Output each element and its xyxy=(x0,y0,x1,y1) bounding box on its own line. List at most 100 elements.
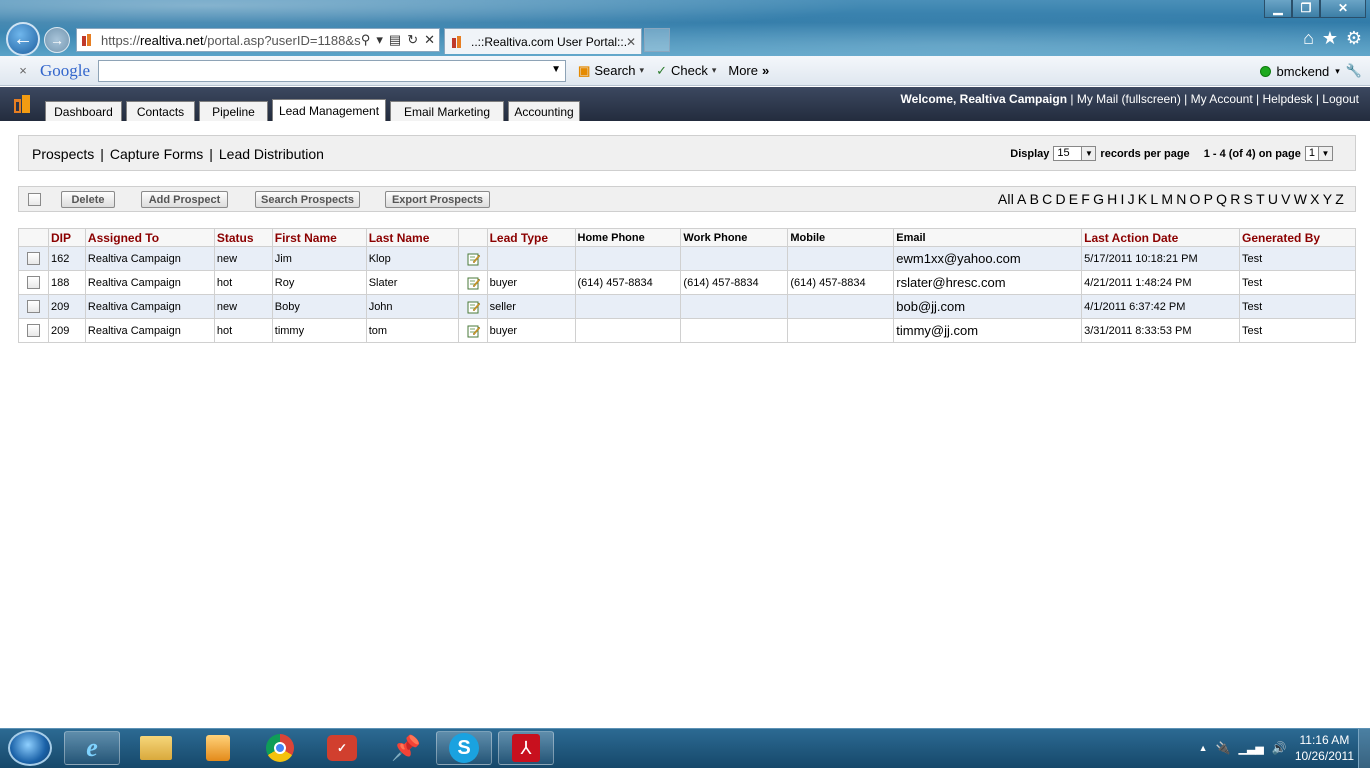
stop-icon[interactable]: ✕ xyxy=(424,32,435,48)
back-button[interactable]: ← xyxy=(6,22,40,56)
header-assigned-to[interactable]: Assigned To xyxy=(84,228,215,247)
helpdesk-link[interactable]: Helpdesk xyxy=(1262,92,1312,106)
tab-pipeline[interactable]: Pipeline xyxy=(199,101,268,121)
prospects-link[interactable]: Prospects xyxy=(32,146,94,162)
dropdown-arrow-icon[interactable]: ▾ xyxy=(376,32,383,48)
email-cell[interactable]: rslater@hresc.com xyxy=(893,270,1083,295)
tab-accounting[interactable]: Accounting xyxy=(508,101,580,121)
alpha-filter-i[interactable]: I xyxy=(1120,191,1124,207)
home-icon[interactable]: ⌂ xyxy=(1303,28,1314,49)
first-name-cell[interactable]: Roy xyxy=(271,270,367,295)
toolbar-close-icon[interactable]: × xyxy=(12,63,34,78)
volume-icon[interactable]: 🔊 xyxy=(1272,741,1287,755)
alpha-filter-e[interactable]: E xyxy=(1069,191,1079,207)
row-checkbox[interactable] xyxy=(27,324,40,337)
taskbar-chrome-icon[interactable] xyxy=(252,731,308,765)
header-lead-type[interactable]: Lead Type xyxy=(486,228,576,247)
wrench-icon[interactable]: 🔧 xyxy=(1346,63,1362,79)
alpha-filter-x[interactable]: X xyxy=(1310,191,1320,207)
edit-note-icon[interactable] xyxy=(467,324,481,338)
more-button[interactable]: More » xyxy=(728,63,769,78)
alpha-filter-r[interactable]: R xyxy=(1230,191,1240,207)
last-name-cell[interactable]: Slater xyxy=(365,270,459,295)
search-dropdown-arrow-icon[interactable]: ▼ xyxy=(551,64,561,75)
edit-note-icon[interactable] xyxy=(467,300,481,314)
alpha-filter-g[interactable]: G xyxy=(1093,191,1104,207)
alpha-filter-n[interactable]: N xyxy=(1176,191,1186,207)
edit-note-icon[interactable] xyxy=(467,252,481,266)
my-mail-link[interactable]: My Mail (fullscreen) xyxy=(1077,92,1181,106)
tab-contacts[interactable]: Contacts xyxy=(126,101,195,121)
alpha-filter-u[interactable]: U xyxy=(1268,191,1278,207)
page-select[interactable]: 1 ▼ xyxy=(1304,146,1333,161)
table-row[interactable]: 209 Realtiva Campaign hot timmy tom buyer timm… xyxy=(18,318,1356,343)
header-last-action-date[interactable]: Last Action Date xyxy=(1081,228,1240,247)
alpha-filter-h[interactable]: H xyxy=(1107,191,1117,207)
spell-check-button[interactable]: ✓ Check ▾ xyxy=(656,63,716,79)
address-bar[interactable]: https://realtiva.net/portal.asp?userID=1… xyxy=(76,28,440,52)
email-cell[interactable]: timmy@jj.com xyxy=(893,318,1083,343)
alpha-filter-b[interactable]: B xyxy=(1030,191,1040,207)
row-checkbox[interactable] xyxy=(27,276,40,289)
compatibility-view-icon[interactable]: ▤ xyxy=(389,32,401,48)
header-dip[interactable]: DIP xyxy=(47,228,86,247)
show-hidden-icons-icon[interactable]: ▲ xyxy=(1199,743,1208,753)
restore-button[interactable]: ❐ xyxy=(1292,0,1320,18)
edit-note-icon[interactable] xyxy=(467,276,481,290)
alpha-filter-o[interactable]: O xyxy=(1190,191,1201,207)
delete-button[interactable]: Delete xyxy=(61,191,115,208)
last-name-cell[interactable]: John xyxy=(365,294,459,319)
select-all-checkbox[interactable] xyxy=(28,193,41,206)
forward-button[interactable]: → xyxy=(44,27,70,53)
last-name-cell[interactable]: tom xyxy=(365,318,459,343)
taskbar-pin-icon[interactable]: 📌 xyxy=(378,731,434,765)
last-name-cell[interactable]: Klop xyxy=(365,246,459,271)
row-checkbox[interactable] xyxy=(27,300,40,313)
minimize-button[interactable]: ▁ xyxy=(1264,0,1292,18)
alpha-filter-l[interactable]: L xyxy=(1150,191,1158,207)
header-status[interactable]: Status xyxy=(213,228,273,247)
export-prospects-button[interactable]: Export Prospects xyxy=(385,191,490,208)
alpha-filter-m[interactable]: M xyxy=(1161,191,1173,207)
power-icon[interactable]: 🔌 xyxy=(1216,741,1231,755)
capture-forms-link[interactable]: Capture Forms xyxy=(110,146,203,162)
taskbar-acrobat-icon[interactable]: ⅄ xyxy=(498,731,554,765)
new-tab-button[interactable] xyxy=(644,28,670,52)
my-account-link[interactable]: My Account xyxy=(1191,92,1253,106)
search-icon[interactable]: ⚲ xyxy=(361,32,371,48)
taskbar-media-icon[interactable] xyxy=(190,731,246,765)
alpha-filter-y[interactable]: Y xyxy=(1323,191,1333,207)
table-row[interactable]: 188 Realtiva Campaign hot Roy Slater buyer (61… xyxy=(18,270,1356,295)
header-generated-by[interactable]: Generated By xyxy=(1239,228,1356,247)
tab-email-marketing[interactable]: Email Marketing xyxy=(390,101,504,121)
show-desktop-button[interactable] xyxy=(1358,729,1370,768)
tab-lead-management[interactable]: Lead Management xyxy=(272,99,386,121)
alpha-filter-v[interactable]: V xyxy=(1281,191,1291,207)
alpha-filter-w[interactable]: W xyxy=(1294,191,1307,207)
taskbar-explorer-icon[interactable] xyxy=(128,731,184,765)
alpha-filter-f[interactable]: F xyxy=(1081,191,1090,207)
alpha-filter-z[interactable]: Z xyxy=(1335,191,1344,207)
alpha-filter-d[interactable]: D xyxy=(1055,191,1065,207)
alpha-filter-j[interactable]: J xyxy=(1128,191,1135,207)
tab-close-icon[interactable]: ✕ xyxy=(626,35,641,49)
tools-gear-icon[interactable]: ⚙ xyxy=(1346,28,1362,49)
table-row[interactable]: 162 Realtiva Campaign new Jim Klop ewm1xx@yah… xyxy=(18,246,1356,271)
network-signal-icon[interactable]: ▁▃▅ xyxy=(1238,742,1263,755)
header-first-name[interactable]: First Name xyxy=(271,228,367,247)
taskbar-ie-icon[interactable]: e xyxy=(64,731,120,765)
alpha-filter-q[interactable]: Q xyxy=(1216,191,1227,207)
records-per-page-select[interactable]: 15 ▼ xyxy=(1053,146,1097,161)
table-row[interactable]: 209 Realtiva Campaign new Boby John seller bob… xyxy=(18,294,1356,319)
alpha-filter-p[interactable]: P xyxy=(1204,191,1214,207)
header-last-name[interactable]: Last Name xyxy=(365,228,459,247)
system-clock[interactable]: 11:16 AM 10/26/2011 xyxy=(1295,732,1354,764)
alpha-filter-a[interactable]: A xyxy=(1017,191,1027,207)
first-name-cell[interactable]: Jim xyxy=(271,246,367,271)
google-user-menu[interactable]: bmckend ▾ 🔧 xyxy=(1259,63,1362,79)
row-checkbox[interactable] xyxy=(27,252,40,265)
close-window-button[interactable]: ✕ xyxy=(1320,0,1366,18)
taskbar-todo-icon[interactable]: ✓ xyxy=(314,731,370,765)
favorites-star-icon[interactable]: ★ xyxy=(1322,28,1338,49)
browser-tab-realtiva[interactable]: ..::Realtiva.com User Portal::... ✕ xyxy=(444,28,642,54)
